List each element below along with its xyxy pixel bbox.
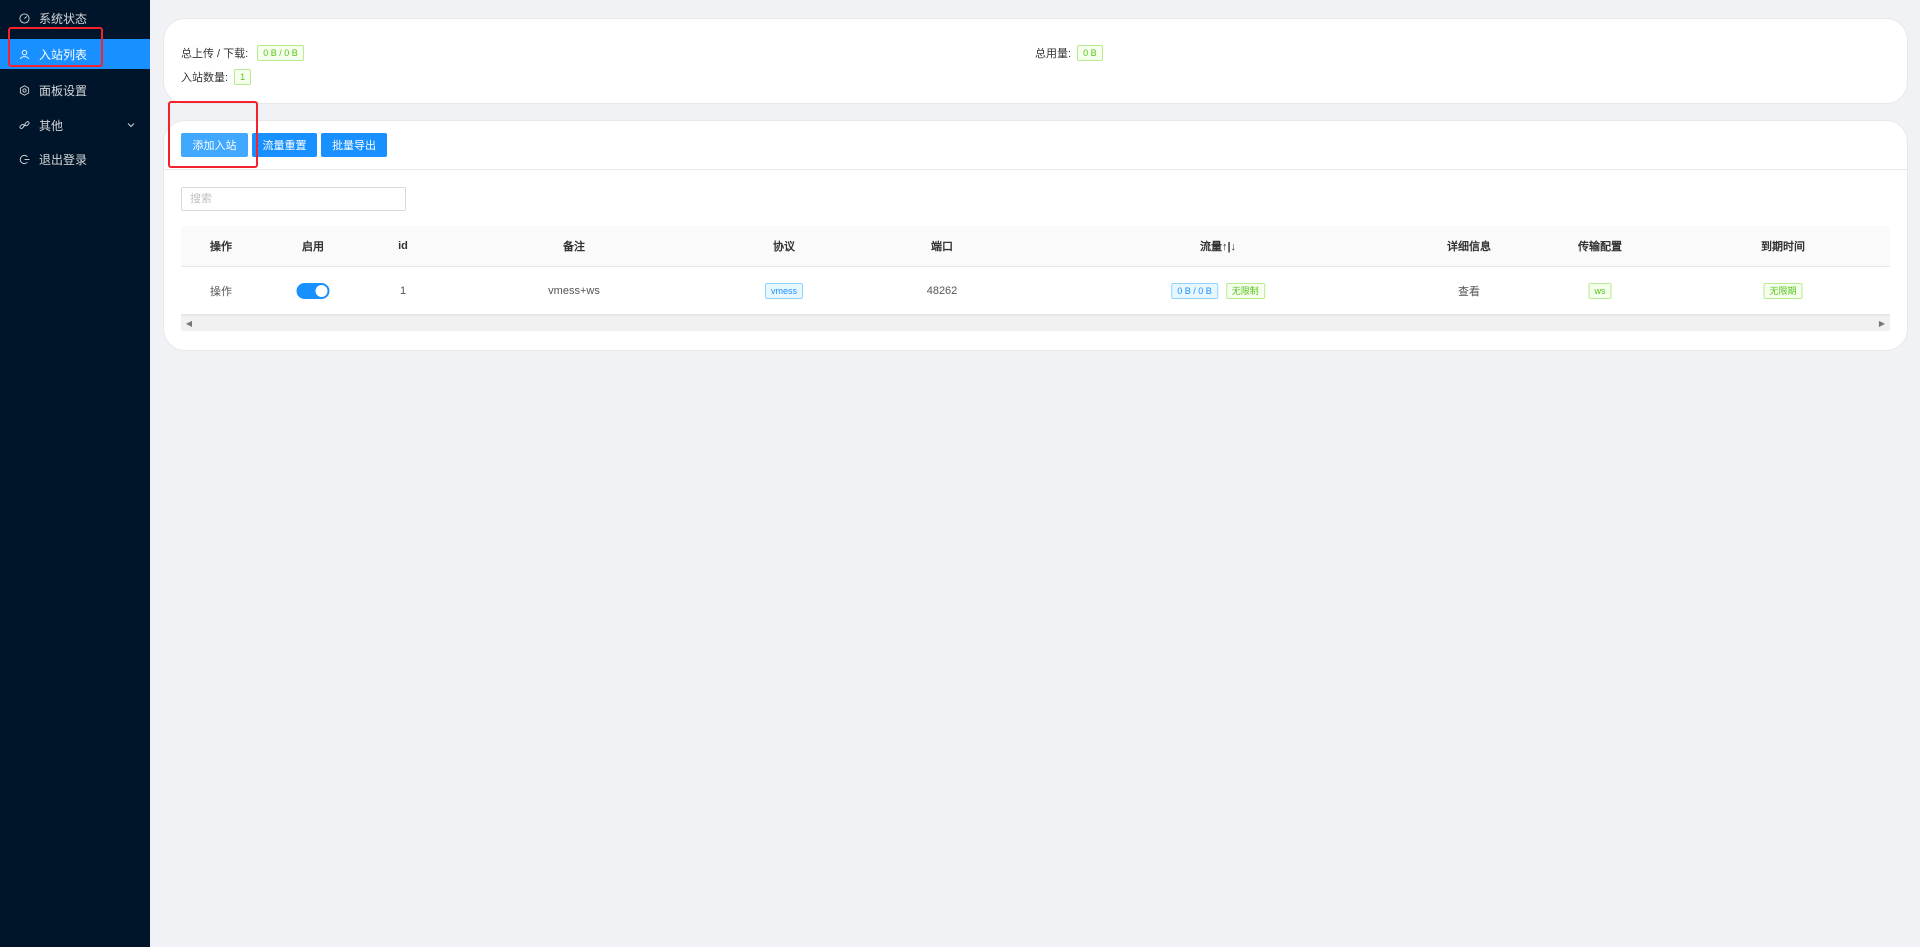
row-id: 1	[399, 284, 407, 297]
app-layout: 系统状态 入站列表 面板设置 其他 退出登录 总上传 / 下载: 0 B / 0…	[0, 0, 1920, 947]
header-remark: 备注	[563, 241, 585, 253]
batch-export-button[interactable]: 批量导出	[321, 133, 387, 157]
search-input[interactable]	[181, 187, 406, 211]
sidebar-item-panel-settings[interactable]: 面板设置	[0, 75, 150, 105]
total-usage-stat: 总用量: 0 B	[1035, 45, 1103, 61]
inbound-list-card: 添加入站 流量重置 批量导出 操作 启用 id 备注 协议 端口 流量↑|↓ 详…	[163, 120, 1908, 351]
row-transport-cell: ws	[1588, 267, 1612, 314]
header-details: 详细信息	[1447, 241, 1491, 253]
header-expiry: 到期时间	[1761, 241, 1805, 253]
protocol-tag: vmess	[764, 282, 804, 299]
upload-download-label: 总上传 / 下载:	[181, 48, 249, 60]
inbound-count-label: 入站数量:	[181, 72, 229, 84]
row-expiry-cell: 无限期	[1763, 267, 1803, 314]
horizontal-scrollbar[interactable]: ◀ ▶	[181, 315, 1890, 331]
stats-card: 总上传 / 下载: 0 B / 0 B 总用量: 0 B 入站数量: 1	[163, 18, 1908, 104]
reset-traffic-button[interactable]: 流量重置	[252, 133, 317, 157]
table-row: 操作 1 vmess+ws vmess 48262 0 B / 0 B 无限制 …	[181, 267, 1890, 315]
header-transport: 传输配置	[1578, 241, 1622, 253]
sidebar-item-label: 其他	[39, 118, 64, 133]
upload-download-stat: 总上传 / 下载: 0 B / 0 B	[181, 45, 304, 61]
traffic-tag: 0 B / 0 B	[1171, 282, 1218, 299]
row-enable-cell	[296, 267, 330, 314]
enable-toggle[interactable]	[296, 282, 330, 299]
table-header: 操作 启用 id 备注 协议 端口 流量↑|↓ 详细信息 传输配置 到期时间	[181, 226, 1890, 267]
header-id: id	[398, 240, 408, 252]
inbound-count-tag: 1	[234, 69, 252, 85]
scroll-left-icon[interactable]: ◀	[181, 316, 197, 331]
inbound-table: 操作 启用 id 备注 协议 端口 流量↑|↓ 详细信息 传输配置 到期时间 操…	[181, 226, 1890, 331]
user-icon	[18, 48, 30, 60]
transport-tag: ws	[1588, 282, 1612, 299]
dashboard-icon	[18, 12, 30, 24]
gear-icon	[18, 84, 30, 96]
header-port: 端口	[931, 241, 953, 253]
sidebar-item-label: 入站列表	[39, 47, 88, 62]
row-remark: vmess+ws	[548, 284, 600, 297]
row-port: 48262	[926, 284, 958, 297]
sidebar-item-label: 面板设置	[39, 83, 88, 98]
total-usage-label: 总用量:	[1035, 48, 1072, 60]
add-inbound-button[interactable]: 添加入站	[181, 133, 248, 157]
sidebar-item-label: 系统状态	[39, 11, 88, 26]
sidebar-item-inbounds[interactable]: 入站列表	[0, 39, 150, 69]
chevron-down-icon	[126, 119, 136, 129]
logout-icon	[18, 153, 30, 165]
sidebar: 系统状态 入站列表 面板设置 其他 退出登录	[0, 0, 150, 947]
traffic-limit-tag: 无限制	[1225, 282, 1265, 299]
total-usage-tag: 0 B	[1077, 45, 1103, 61]
toolbar-divider	[164, 169, 1907, 170]
sidebar-item-label: 退出登录	[39, 152, 88, 167]
row-action-link[interactable]: 操作	[210, 267, 232, 314]
header-protocol: 协议	[773, 241, 795, 253]
sidebar-item-logout[interactable]: 退出登录	[0, 144, 150, 174]
link-icon	[18, 119, 30, 131]
inbound-count-stat: 入站数量: 1	[181, 69, 252, 85]
sidebar-item-system-status[interactable]: 系统状态	[0, 3, 150, 33]
header-traffic[interactable]: 流量↑|↓	[1200, 226, 1236, 266]
scroll-right-icon[interactable]: ▶	[1874, 316, 1890, 331]
row-details-link[interactable]: 查看	[1458, 267, 1480, 314]
header-enable: 启用	[302, 241, 324, 253]
row-protocol-cell: vmess	[764, 267, 804, 314]
header-action: 操作	[210, 241, 232, 253]
row-traffic-cell: 0 B / 0 B 无限制	[1171, 267, 1265, 314]
sidebar-item-other[interactable]: 其他	[0, 110, 150, 140]
expiry-tag: 无限期	[1763, 282, 1803, 299]
upload-download-tag: 0 B / 0 B	[257, 45, 304, 61]
